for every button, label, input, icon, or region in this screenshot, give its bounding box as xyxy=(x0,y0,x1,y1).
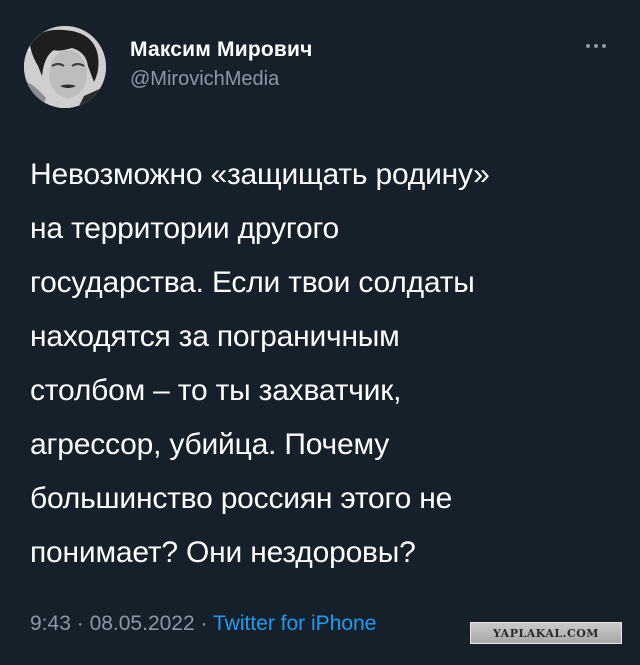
tweet-text-line: на территории другого xyxy=(30,212,340,245)
meta-separator: · xyxy=(200,612,208,635)
author-name[interactable]: Максим Мирович xyxy=(130,38,313,62)
author-handle[interactable]: @MirovichMedia xyxy=(130,68,279,91)
tweet-card: Максим Мирович @MirovichMedia Невозможно… xyxy=(0,0,640,665)
tweet-text-line: понимает? Они нездоровы? xyxy=(30,536,416,569)
tweet-text-line: находятся за пограничным xyxy=(30,320,400,353)
tweet-text: Невозможно «защищать родину» на территор… xyxy=(30,148,620,580)
more-horizontal-icon xyxy=(586,44,606,48)
tweet-time[interactable]: 9:43 xyxy=(30,612,71,635)
tweet-text-line: Невозможно «защищать родину» xyxy=(30,158,490,191)
meta-separator: · xyxy=(76,612,84,635)
tweet-metadata: 9:43 · 08.05.2022 · Twitter for iPhone xyxy=(30,612,376,636)
tweet-date[interactable]: 08.05.2022 xyxy=(90,612,195,635)
watermark-badge: YAPLAKAL.COM xyxy=(470,622,622,644)
avatar[interactable] xyxy=(24,26,106,108)
tweet-text-line: государства. Если твои солдаты xyxy=(30,266,475,299)
tweet-text-line: столбом – то ты захватчик, xyxy=(30,374,402,407)
tweet-text-line: большинство россиян этого не xyxy=(30,482,453,515)
more-options-button[interactable] xyxy=(578,36,614,56)
tweet-text-line: агрессор, убийца. Почему xyxy=(30,428,390,461)
avatar-image xyxy=(24,26,106,108)
tweet-source-link[interactable]: Twitter for iPhone xyxy=(213,612,376,635)
